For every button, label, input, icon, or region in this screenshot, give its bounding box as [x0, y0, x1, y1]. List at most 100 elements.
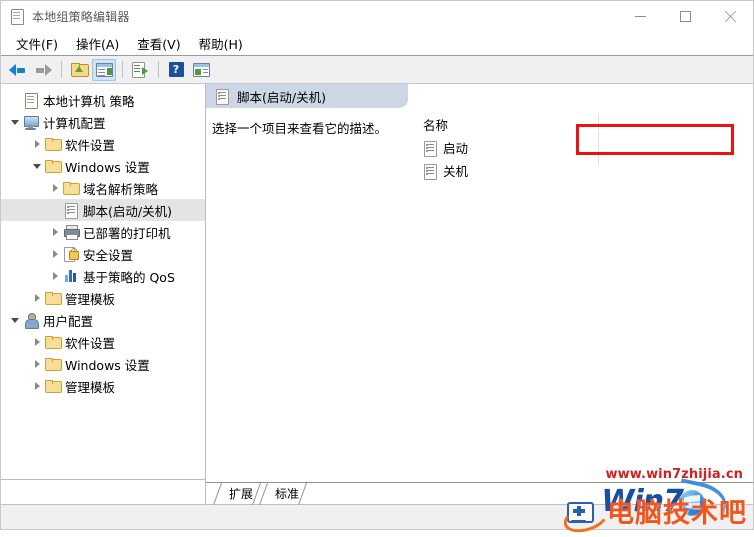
tree-item-local-computer-policy[interactable]: 本地计算机 策略: [1, 89, 205, 111]
help-button[interactable]: ?: [164, 59, 188, 81]
window-title: 本地组策略编辑器: [32, 9, 130, 24]
up-one-level-button[interactable]: [67, 59, 91, 81]
tree-expander[interactable]: [29, 287, 45, 309]
tree-item-windows-settings-user[interactable]: Windows 设置: [1, 353, 205, 375]
script-icon: [214, 88, 230, 105]
tree-expander[interactable]: [47, 199, 63, 221]
security-icon: [63, 246, 79, 262]
column-divider: [598, 114, 599, 166]
tree-item-software-settings-computer[interactable]: 软件设置: [1, 133, 205, 155]
details-description: 选择一个项目来查看它的描述。: [212, 121, 388, 136]
export-list-button[interactable]: [128, 59, 152, 81]
menu-bar: 文件(F) 操作(A) 查看(V) 帮助(H): [1, 31, 753, 56]
list-item[interactable]: 关机: [422, 161, 468, 180]
details-header-title: 脚本(启动/关机): [237, 89, 326, 105]
tree-expander[interactable]: [29, 375, 45, 397]
maximize-icon: [680, 10, 691, 22]
main-body: 本地计算机 策略 计算机配置 软件设置 Windows 设置 域名解析策略 脚本…: [1, 84, 753, 504]
tab-standard[interactable]: 标准: [268, 483, 306, 504]
list-item-label: 关机: [443, 164, 469, 179]
maximize-button[interactable]: [663, 1, 708, 31]
properties-button[interactable]: [189, 59, 213, 81]
menu-help[interactable]: 帮助(H): [190, 32, 252, 55]
tab-extended[interactable]: 扩展: [222, 483, 260, 504]
tree-item-administrative-templates-computer[interactable]: 管理模板: [1, 287, 205, 309]
tree-item-label: 安全设置: [83, 247, 134, 263]
tree-expander[interactable]: [29, 331, 45, 353]
tree-expander[interactable]: [47, 265, 63, 287]
tree-expander[interactable]: [7, 111, 23, 133]
close-button[interactable]: [708, 1, 753, 31]
user-icon: [23, 312, 39, 329]
back-button[interactable]: [6, 59, 30, 81]
menu-view[interactable]: 查看(V): [128, 32, 189, 55]
tree-pane-footer: [1, 479, 205, 504]
window-controls: [618, 1, 753, 31]
title-bar: 本地组策略编辑器: [1, 1, 753, 31]
menu-file[interactable]: 文件(F): [7, 32, 67, 55]
tree-expander[interactable]: [47, 177, 63, 199]
details-content: 选择一个项目来查看它的描述。 名称 启动 关机: [206, 108, 753, 482]
menu-action[interactable]: 操作(A): [67, 32, 128, 55]
help-icon: ?: [168, 62, 184, 77]
tree-item-security-settings[interactable]: 安全设置: [1, 243, 205, 265]
qos-icon: [63, 268, 79, 284]
tree-item-label: 管理模板: [65, 379, 116, 395]
tree-item-computer-configuration[interactable]: 计算机配置: [1, 111, 205, 133]
group-policy-editor-window: 本地组策略编辑器 文件(F) 操作(A) 查看(V) 帮助(H) ? 本地计算机…: [0, 0, 754, 537]
forward-button[interactable]: [31, 59, 55, 81]
tree-item-user-configuration[interactable]: 用户配置: [1, 309, 205, 331]
tree-item-label: 管理模板: [65, 291, 116, 307]
minimize-icon: [635, 15, 646, 17]
details-header: 脚本(启动/关机): [206, 84, 753, 108]
watermark-url: www.win7zhijia.cn: [605, 467, 743, 482]
list-item-label: 启动: [443, 141, 469, 156]
tree-item-label: 脚本(启动/关机): [83, 203, 172, 219]
folder-up-icon: [70, 62, 89, 77]
tree-item-label: 本地计算机 策略: [43, 93, 135, 109]
folder-icon: [63, 180, 80, 196]
folder-icon: [45, 356, 62, 372]
details-pane: 脚本(启动/关机) 选择一个项目来查看它的描述。 名称 启动 关机 扩展 标准: [206, 84, 753, 504]
tree-item-policy-based-qos[interactable]: 基于策略的 QoS: [1, 265, 205, 287]
minimize-button[interactable]: [618, 1, 663, 31]
tree-item-label: 基于策略的 QoS: [83, 269, 175, 285]
tree-expander[interactable]: [29, 133, 45, 155]
watermark-brand-text: 电脑技术吧: [607, 497, 747, 529]
forward-arrow-icon: [34, 63, 52, 77]
show-tree-icon: [95, 62, 113, 77]
tree-expander[interactable]: [29, 155, 45, 177]
policy-tree: 本地计算机 策略 计算机配置 软件设置 Windows 设置 域名解析策略 脚本…: [1, 84, 205, 479]
tree-item-label: 软件设置: [65, 335, 116, 351]
tree-item-deployed-printers[interactable]: 已部署的打印机: [1, 221, 205, 243]
list-item[interactable]: 启动: [422, 138, 468, 157]
script-icon: [422, 163, 438, 180]
tree-expander[interactable]: [47, 221, 63, 243]
tree-item-label: 计算机配置: [43, 115, 106, 131]
tree-item-label: 用户配置: [43, 313, 94, 329]
tree-pane: 本地计算机 策略 计算机配置 软件设置 Windows 设置 域名解析策略 脚本…: [1, 84, 206, 504]
tree-item-name-resolution-policy[interactable]: 域名解析策略: [1, 177, 205, 199]
export-icon: [132, 62, 148, 78]
watermark-brand: 电脑技术吧: [560, 497, 747, 537]
tree-expander[interactable]: [29, 353, 45, 375]
printer-icon: [63, 224, 80, 240]
close-icon: [724, 10, 737, 23]
document-icon: [9, 8, 25, 25]
tree-item-scripts-startup-shutdown[interactable]: 脚本(启动/关机): [1, 199, 205, 221]
tree-expander[interactable]: [7, 89, 23, 111]
tree-item-administrative-templates-user[interactable]: 管理模板: [1, 375, 205, 397]
toolbar-separator: [61, 61, 62, 78]
tree-item-windows-settings-computer[interactable]: Windows 设置: [1, 155, 205, 177]
policy-root-icon: [23, 92, 39, 109]
computer-icon: [23, 114, 39, 130]
folder-icon: [45, 378, 62, 394]
toolbar-separator: [122, 61, 123, 78]
folder-icon: [45, 158, 62, 174]
tree-item-software-settings-user[interactable]: 软件设置: [1, 331, 205, 353]
folder-icon: [45, 334, 62, 350]
folder-icon: [45, 290, 62, 306]
tree-expander[interactable]: [7, 309, 23, 331]
show-hide-tree-button[interactable]: [92, 58, 116, 81]
tree-expander[interactable]: [47, 243, 63, 265]
